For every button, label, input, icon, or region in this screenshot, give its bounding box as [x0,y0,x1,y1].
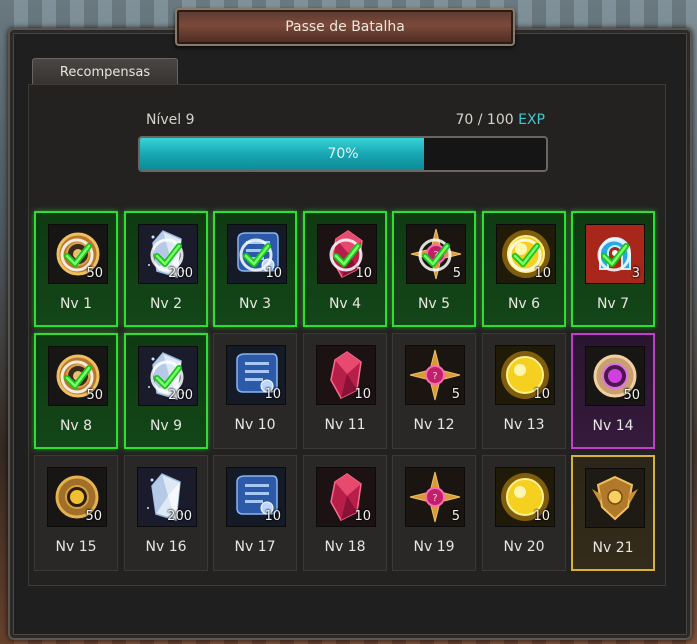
reward-slot[interactable]: 10 Nv 17 [213,455,297,571]
reward-slot[interactable]: ? 5 Nv 19 [392,455,476,571]
reward-level-label: Nv 2 [149,296,183,312]
reward-quantity: 200 [167,509,192,524]
reward-quantity: 5 [452,266,461,281]
reward-slot[interactable]: 200 Nv 9 [124,333,208,449]
reward-quantity: 5 [451,387,460,402]
compass-star-icon: ? 5 [405,345,465,405]
exp-progress-bar: 70% [138,136,548,172]
reward-level-label: Nv 9 [149,418,183,434]
reward-slot[interactable]: 50 Nv 8 [34,333,118,449]
reward-quantity: 50 [86,266,103,281]
reward-slot[interactable]: 3 Nv 7 [571,211,655,327]
reward-quantity: 3 [631,266,640,281]
window-title: Passe de Batalha [285,19,405,35]
svg-text:?: ? [432,493,437,504]
reward-level-label: Nv 6 [507,296,541,312]
blue-scroll-icon: 10 [227,224,287,284]
gold-orb-icon: 10 [496,224,556,284]
reward-level-label: Nv 7 [596,296,630,312]
reward-slot[interactable]: 10 Nv 4 [303,211,387,327]
blue-scroll-icon: 10 [226,345,286,405]
reward-quantity: 10 [355,266,372,281]
red-gem-icon: 10 [316,467,376,527]
red-gem-icon: 10 [316,345,376,405]
reward-level-label: Nv 17 [234,539,276,555]
reward-level-label: Nv 11 [324,417,366,433]
reward-slot[interactable]: 200 Nv 16 [124,455,208,571]
reward-slot[interactable]: 10 Nv 18 [303,455,387,571]
reward-quantity: 200 [168,388,193,403]
reward-quantity: 10 [354,387,371,402]
reward-level-label: Nv 19 [413,539,455,555]
reward-level-label: Nv 1 [59,296,93,312]
compass-star-icon: ? 5 [405,467,465,527]
reward-slot[interactable]: 50 Nv 15 [34,455,118,571]
purple-ring-icon: 50 [585,346,645,406]
reward-level-label: Nv 21 [592,540,634,556]
gold-orb-icon: 10 [495,345,555,405]
current-level-label: Nível 9 [146,112,195,128]
reward-level-label: Nv 14 [592,418,634,434]
reward-quantity: 10 [533,509,550,524]
blue-scroll-icon: 10 [226,467,286,527]
reward-quantity: 10 [264,387,281,402]
white-crystal-icon: 200 [137,467,197,527]
reward-quantity: 50 [85,509,102,524]
reward-slot[interactable]: 50 Nv 14 [571,333,655,449]
reward-quantity: 5 [451,509,460,524]
reward-level-label: Nv 18 [324,539,366,555]
reward-level-label: Nv 13 [503,417,545,433]
red-gem-icon: 10 [317,224,377,284]
window-title-plate: Passe de Batalha [175,8,515,46]
reward-slot[interactable]: 10 Nv 3 [213,211,297,327]
exp-readout: 70 / 100 EXP [456,112,546,128]
tab-rewards[interactable]: Recompensas [32,58,178,86]
reward-slot[interactable]: Nv 21 [571,455,655,571]
reward-level-label: Nv 8 [59,418,93,434]
bronze-ring-icon: 50 [48,224,108,284]
exp-progress-percent: 70% [327,146,359,162]
reward-quantity: 10 [264,509,281,524]
gold-ring-icon: 50 [47,467,107,527]
golden-emblem-icon [585,468,645,528]
reward-slot[interactable]: 10 Nv 11 [303,333,387,449]
reward-slot[interactable]: 10 Nv 20 [482,455,566,571]
reward-slot[interactable]: 10 Nv 10 [213,333,297,449]
reward-slot[interactable]: ? 5 Nv 12 [392,333,476,449]
reward-level-label: Nv 10 [234,417,276,433]
reward-quantity: 10 [534,266,551,281]
reward-slot[interactable]: 10 Nv 6 [482,211,566,327]
reward-quantity: 50 [623,388,640,403]
white-crystal-icon: 200 [138,346,198,406]
reward-slot[interactable]: 10 Nv 13 [482,333,566,449]
exp-unit: EXP [518,112,545,128]
reward-level-label: Nv 20 [503,539,545,555]
reward-slot[interactable]: ? 5 Nv 5 [392,211,476,327]
svg-text:?: ? [432,371,437,382]
bronze-ring-icon: 50 [48,346,108,406]
gold-orb-icon: 10 [495,467,555,527]
reward-quantity: 10 [354,509,371,524]
reward-slot[interactable]: 50 Nv 1 [34,211,118,327]
reward-quantity: 10 [265,266,282,281]
reward-level-label: Nv 16 [145,539,187,555]
reward-level-label: Nv 4 [328,296,362,312]
reward-quantity: 50 [86,388,103,403]
compass-star-icon: ? 5 [406,224,466,284]
blue-horseshoe-icon: 3 [585,224,645,284]
reward-level-label: Nv 3 [238,296,272,312]
reward-level-label: Nv 12 [413,417,455,433]
reward-quantity: 200 [168,266,193,281]
white-crystal-icon: 200 [138,224,198,284]
reward-level-label: Nv 5 [417,296,451,312]
reward-slot[interactable]: 200 Nv 2 [124,211,208,327]
exp-value: 70 / 100 [455,112,514,128]
reward-level-label: Nv 15 [55,539,97,555]
reward-quantity: 10 [533,387,550,402]
